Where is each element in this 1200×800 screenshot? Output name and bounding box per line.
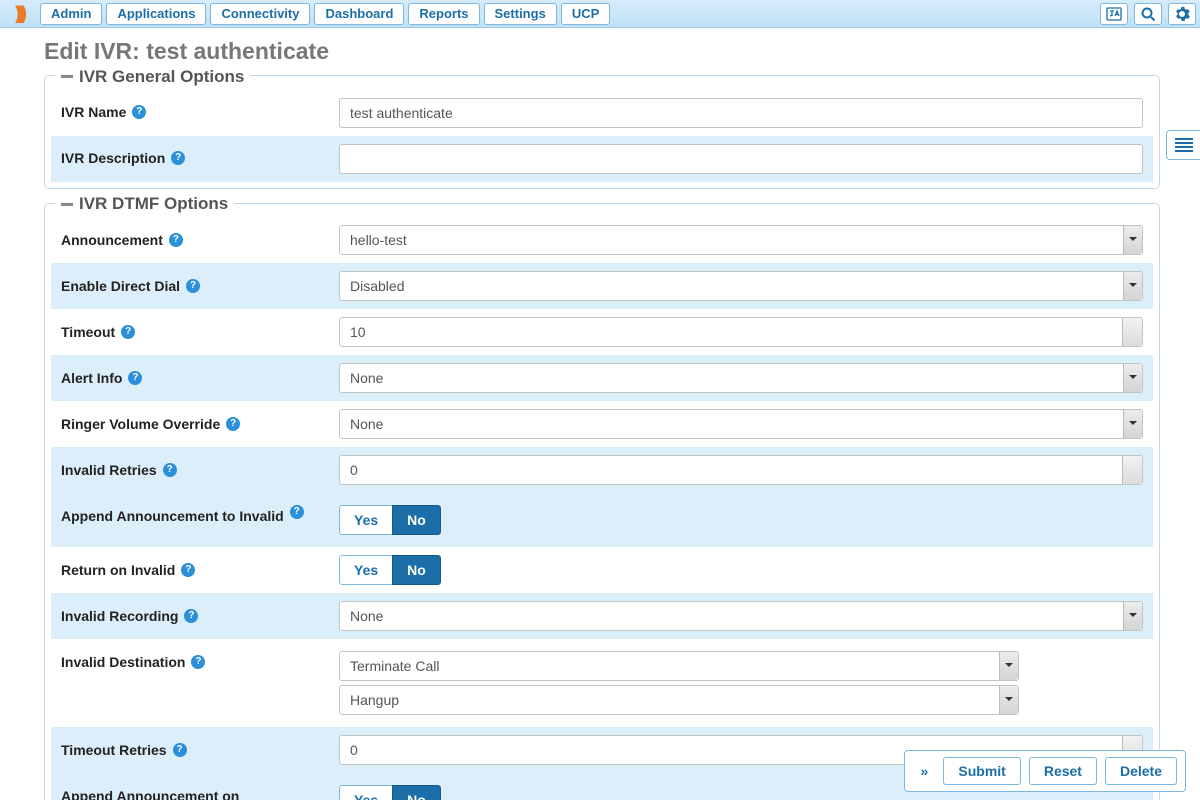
- help-icon[interactable]: ?: [191, 655, 205, 669]
- input-timeout[interactable]: [339, 317, 1143, 347]
- panel-dtmf-legend: IVR DTMF Options: [55, 194, 234, 214]
- row-invalid-retries: Invalid Retries?: [51, 447, 1153, 493]
- toggle-no[interactable]: No: [392, 785, 441, 800]
- toggle-no[interactable]: No: [392, 505, 441, 535]
- nav-settings[interactable]: Settings: [484, 3, 557, 25]
- panel-general: IVR General Options IVR Name ? IVR Descr…: [44, 75, 1160, 189]
- help-icon[interactable]: ?: [184, 609, 198, 623]
- toggle-yes[interactable]: Yes: [339, 555, 392, 585]
- help-icon[interactable]: ?: [171, 151, 185, 165]
- panel-general-legend-text: IVR General Options: [79, 67, 244, 87]
- help-icon[interactable]: ?: [121, 325, 135, 339]
- toggle-return-invalid[interactable]: Yes No: [339, 555, 441, 585]
- toggle-append-invalid[interactable]: Yes No: [339, 505, 441, 535]
- label-ivr-name: IVR Name ?: [61, 101, 339, 123]
- row-announcement: Announcement? hello-test: [51, 217, 1153, 263]
- nav-reports[interactable]: Reports: [408, 3, 479, 25]
- help-icon[interactable]: ?: [163, 463, 177, 477]
- toggle-yes[interactable]: Yes: [339, 785, 392, 800]
- help-icon[interactable]: ?: [181, 563, 195, 577]
- top-navbar: )))) Admin Applications Connectivity Das…: [0, 0, 1200, 28]
- delete-button[interactable]: Delete: [1105, 757, 1177, 785]
- input-ivr-description[interactable]: [339, 144, 1143, 174]
- select-direct-dial[interactable]: Disabled: [339, 271, 1143, 301]
- select-announcement[interactable]: hello-test: [339, 225, 1143, 255]
- collapse-dash-icon[interactable]: [61, 203, 73, 206]
- select-invalid-destination-target[interactable]: Hangup: [339, 685, 1019, 715]
- select-alert-info[interactable]: None: [339, 363, 1143, 393]
- row-ivr-description: IVR Description ?: [51, 136, 1153, 182]
- toggle-yes[interactable]: Yes: [339, 505, 392, 535]
- help-icon[interactable]: ?: [226, 417, 240, 431]
- help-icon[interactable]: ?: [169, 233, 183, 247]
- page-title: Edit IVR: test authenticate: [44, 38, 1160, 65]
- row-ringer-volume: Ringer Volume Override? None: [51, 401, 1153, 447]
- language-icon[interactable]: [1100, 3, 1128, 25]
- collapse-chevron-icon[interactable]: »: [913, 757, 935, 785]
- row-return-invalid: Return on Invalid? Yes No: [51, 547, 1153, 593]
- row-timeout: Timeout?: [51, 309, 1153, 355]
- row-invalid-recording: Invalid Recording? None: [51, 593, 1153, 639]
- help-icon[interactable]: ?: [173, 743, 187, 757]
- panel-dtmf: IVR DTMF Options Announcement? hello-tes…: [44, 203, 1160, 800]
- select-ringer-volume[interactable]: None: [339, 409, 1143, 439]
- brand-icon: )))): [4, 3, 34, 25]
- help-icon[interactable]: ?: [128, 371, 142, 385]
- help-icon[interactable]: ?: [186, 279, 200, 293]
- panel-general-legend: IVR General Options: [55, 67, 250, 87]
- nav-ucp[interactable]: UCP: [561, 3, 610, 25]
- nav-connectivity[interactable]: Connectivity: [210, 3, 310, 25]
- collapse-dash-icon[interactable]: [61, 75, 73, 78]
- row-direct-dial: Enable Direct Dial? Disabled: [51, 263, 1153, 309]
- help-icon[interactable]: ?: [290, 505, 304, 519]
- nav-admin[interactable]: Admin: [40, 3, 102, 25]
- submit-button[interactable]: Submit: [943, 757, 1020, 785]
- action-bar: » Submit Reset Delete: [904, 750, 1186, 792]
- reset-button[interactable]: Reset: [1029, 757, 1097, 785]
- toggle-append-timeout[interactable]: Yes No: [339, 785, 441, 800]
- input-invalid-retries[interactable]: [339, 455, 1143, 485]
- panel-dtmf-legend-text: IVR DTMF Options: [79, 194, 228, 214]
- nav-applications[interactable]: Applications: [106, 3, 206, 25]
- nav-dashboard[interactable]: Dashboard: [314, 3, 404, 25]
- input-ivr-name[interactable]: [339, 98, 1143, 128]
- row-append-invalid: Append Announcement to Invalid? Yes No: [51, 493, 1153, 547]
- select-invalid-destination-category[interactable]: Terminate Call: [339, 651, 1019, 681]
- row-ivr-name: IVR Name ?: [51, 90, 1153, 136]
- help-icon[interactable]: ?: [132, 105, 146, 119]
- label-ivr-description: IVR Description ?: [61, 147, 339, 169]
- toggle-no[interactable]: No: [392, 555, 441, 585]
- select-invalid-recording[interactable]: None: [339, 601, 1143, 631]
- search-icon[interactable]: [1134, 3, 1162, 25]
- row-alert-info: Alert Info? None: [51, 355, 1153, 401]
- row-invalid-destination: Invalid Destination? Terminate Call Hang…: [51, 639, 1153, 727]
- gear-icon[interactable]: [1168, 3, 1196, 25]
